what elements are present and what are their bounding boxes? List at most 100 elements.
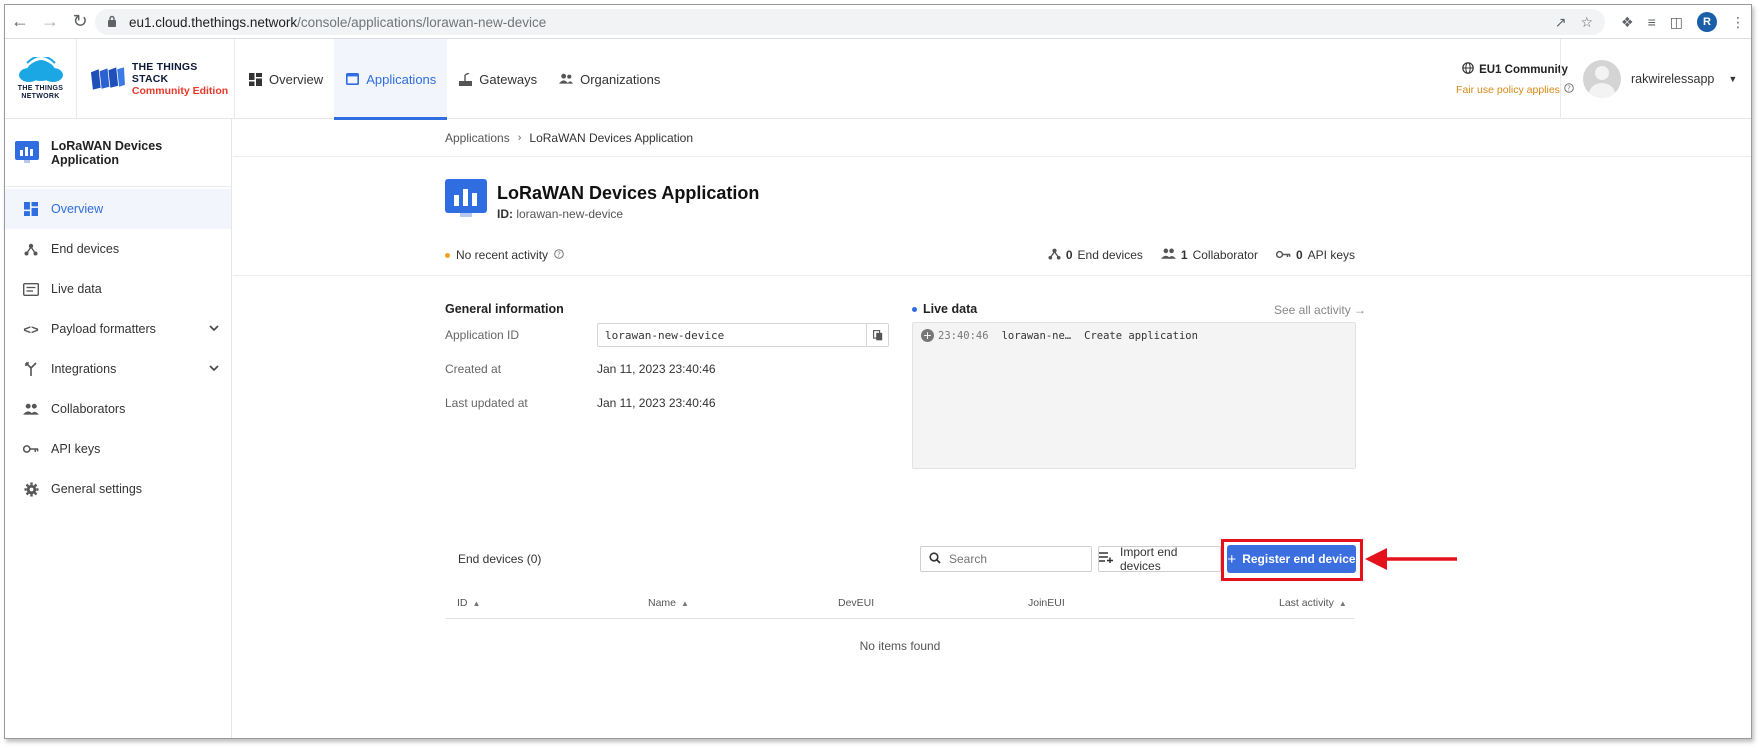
live-event-row[interactable]: + 23:40:46 lorawan-ne… Create applicatio… bbox=[921, 329, 1198, 342]
help-icon[interactable]: ? bbox=[554, 248, 564, 262]
live-data-label: Live data bbox=[923, 302, 978, 316]
collaborators-label: Collaborator bbox=[1192, 248, 1258, 262]
browser-toolbar: ← → ↻ eu1.cloud.thethings.network/consol… bbox=[5, 5, 1751, 39]
browser-menu-icon[interactable]: ⋮ bbox=[1731, 14, 1745, 31]
tts-title: THE THINGS STACK bbox=[131, 61, 198, 85]
nav-overview[interactable]: Overview bbox=[237, 39, 334, 119]
nav-applications[interactable]: Applications bbox=[334, 39, 448, 120]
tts-edition: Community Edition bbox=[131, 85, 229, 97]
column-label: Name bbox=[648, 597, 677, 609]
chevron-right-icon: › bbox=[517, 131, 522, 144]
nav-applications-label: Applications bbox=[366, 71, 437, 87]
reload-icon[interactable]: ↻ bbox=[65, 7, 95, 37]
ttn-logo-line1: THE THINGS bbox=[17, 85, 64, 92]
column-label: ID bbox=[457, 597, 468, 609]
search-field[interactable] bbox=[920, 546, 1092, 572]
activity-status: No recent activity ? bbox=[445, 248, 564, 262]
sort-icon: ▲︎ bbox=[472, 598, 481, 608]
sidebar-item-integrations[interactable]: Integrations bbox=[5, 349, 231, 389]
chevron-down-icon[interactable] bbox=[209, 364, 219, 375]
gear-icon bbox=[23, 481, 39, 497]
sidebar-item-collaborators[interactable]: Collaborators bbox=[5, 389, 231, 429]
profile-avatar[interactable]: R bbox=[1697, 12, 1717, 32]
live-data-title: Live data bbox=[912, 302, 977, 316]
ttn-cloud-icon bbox=[18, 57, 63, 82]
svg-text:?: ? bbox=[557, 251, 561, 259]
bookmark-star-icon[interactable]: ☆ bbox=[1580, 14, 1593, 31]
device-icon bbox=[23, 241, 39, 257]
application-icon bbox=[15, 140, 39, 165]
app-header: THE THINGS NETWORK THE THINGS STACK Comm… bbox=[5, 39, 1751, 120]
app-id-label: ID: bbox=[497, 207, 513, 221]
column-id[interactable]: ID ▲︎ bbox=[457, 597, 480, 609]
code-icon: <> bbox=[23, 321, 39, 337]
live-data-panel[interactable]: + 23:40:46 lorawan-ne… Create applicatio… bbox=[912, 322, 1356, 469]
sidebar-item-end-devices[interactable]: End devices bbox=[5, 229, 231, 269]
sidebar-app-name: LoRaWAN Devices Application bbox=[51, 138, 163, 167]
chevron-down-icon[interactable] bbox=[209, 324, 219, 335]
created-at-label: Created at bbox=[445, 362, 502, 376]
playlist-add-icon bbox=[1099, 552, 1113, 566]
app-id-field-label: Application ID bbox=[445, 328, 520, 342]
url-host: eu1.cloud.thethings.network bbox=[129, 14, 298, 30]
copy-button[interactable] bbox=[866, 324, 888, 346]
address-bar[interactable]: eu1.cloud.thethings.network/console/appl… bbox=[95, 9, 1605, 35]
updated-at-label: Last updated at bbox=[445, 396, 528, 410]
highlight-annotation bbox=[1221, 539, 1363, 581]
sidebar-item-label: API keys bbox=[51, 442, 101, 456]
share-icon[interactable]: ↗ bbox=[1555, 14, 1567, 31]
event-message: Create application bbox=[1084, 329, 1198, 342]
application-icon bbox=[445, 179, 487, 221]
activity-text: No recent activity bbox=[456, 248, 549, 262]
sidebar-item-label: General settings bbox=[51, 482, 143, 496]
general-info-title: General information bbox=[445, 302, 564, 316]
nav-organizations-label: Organizations bbox=[580, 71, 661, 87]
sidebar-item-api-keys[interactable]: API keys bbox=[5, 429, 231, 469]
sidebar-item-label: Payload formatters bbox=[51, 322, 156, 336]
divider bbox=[233, 275, 1751, 276]
collaborators-icon bbox=[1160, 248, 1176, 262]
column-name[interactable]: Name ▲︎ bbox=[648, 597, 689, 609]
ttn-logo[interactable]: THE THINGS NETWORK bbox=[5, 39, 77, 119]
column-label: Last activity bbox=[1279, 597, 1334, 609]
breadcrumb-applications[interactable]: Applications bbox=[445, 131, 510, 145]
stat-collaborators[interactable]: 1 Collaborator bbox=[1160, 247, 1258, 263]
side-panel-icon[interactable]: ◫ bbox=[1670, 14, 1683, 31]
tts-logo[interactable]: THE THINGS STACK Community Edition bbox=[85, 39, 235, 119]
nav-gateways[interactable]: Gateways bbox=[447, 39, 548, 119]
extensions-icon[interactable]: ❖ bbox=[1621, 14, 1634, 31]
app-id: ID: lorawan-new-device bbox=[497, 207, 759, 221]
forward-icon[interactable]: → bbox=[35, 7, 65, 37]
breadcrumb-current: LoRaWAN Devices Application bbox=[529, 130, 694, 145]
sidebar-item-payload-formatters[interactable]: <> Payload formatters bbox=[5, 309, 231, 349]
import-end-devices-button[interactable]: Import end devices bbox=[1098, 545, 1221, 573]
nav-overview-label: Overview bbox=[269, 71, 324, 87]
column-deveui: DevEUI bbox=[838, 597, 874, 609]
app-id-field[interactable]: lorawan-new-device bbox=[597, 323, 889, 347]
cluster-label: EU1 Community bbox=[1479, 63, 1568, 76]
nav-organizations[interactable]: Organizations bbox=[548, 39, 671, 119]
username: rakwirelessapp bbox=[1631, 72, 1715, 86]
column-last-activity[interactable]: Last activity ▲︎ bbox=[1279, 597, 1347, 609]
dashboard-icon bbox=[248, 72, 262, 86]
app-id-field-value: lorawan-new-device bbox=[605, 328, 725, 342]
stats-row: No recent activity ? 0 End devices 1 Col… bbox=[445, 245, 1355, 265]
application-icon bbox=[345, 72, 359, 86]
fair-use-link[interactable]: Fair use policy applies ? bbox=[1456, 83, 1574, 96]
sidebar-item-live-data[interactable]: Live data bbox=[5, 269, 231, 309]
search-input[interactable] bbox=[949, 552, 1079, 566]
column-label: DevEUI bbox=[838, 597, 875, 609]
copy-icon bbox=[872, 329, 882, 340]
gateway-icon bbox=[458, 72, 472, 86]
event-time: 23:40:46 bbox=[938, 329, 989, 342]
sidebar-item-overview[interactable]: Overview bbox=[5, 189, 231, 229]
back-icon[interactable]: ← bbox=[5, 7, 35, 37]
user-menu[interactable]: rakwirelessapp ▼ bbox=[1560, 39, 1751, 119]
stat-end-devices[interactable]: 0 End devices bbox=[1048, 247, 1143, 263]
stat-api-keys[interactable]: 0 API keys bbox=[1275, 247, 1355, 263]
see-all-activity-link[interactable]: See all activity → bbox=[1274, 303, 1366, 317]
sidebar-item-general-settings[interactable]: General settings bbox=[5, 469, 231, 509]
dashboard-icon bbox=[23, 201, 39, 217]
reading-list-icon[interactable]: ≡ bbox=[1648, 14, 1656, 30]
live-data-icon bbox=[23, 281, 39, 297]
